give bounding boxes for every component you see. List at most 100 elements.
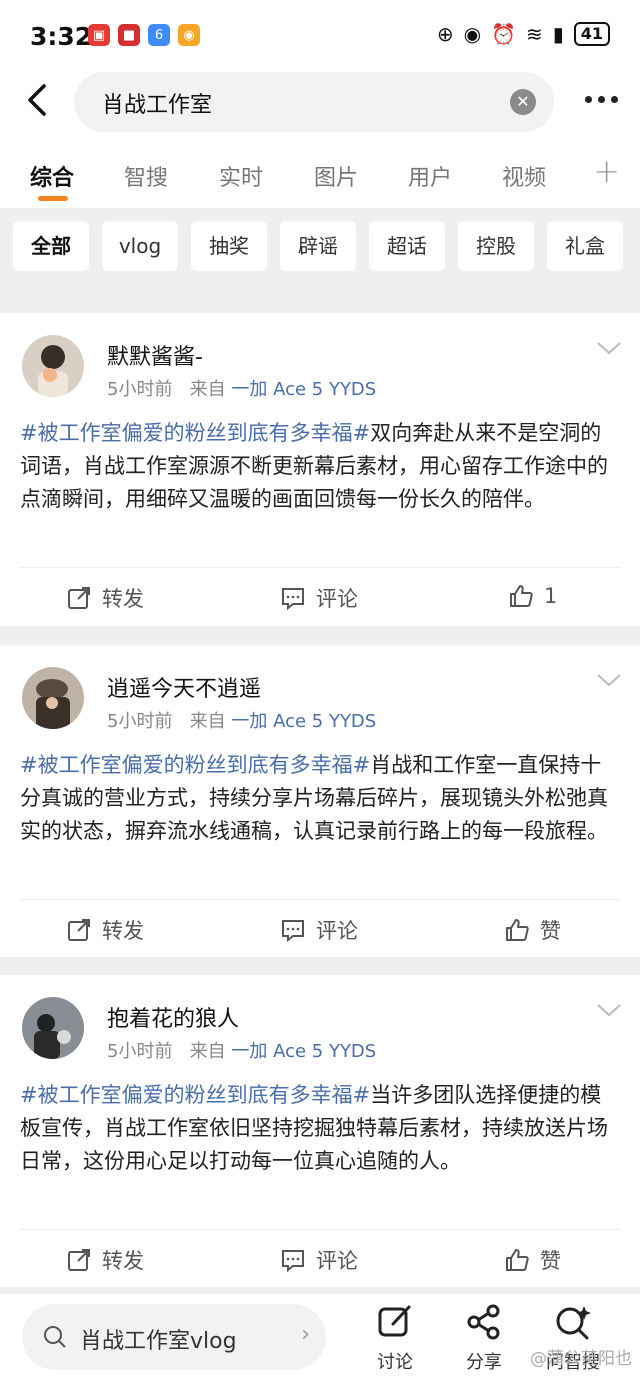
- system-icons: ⊕ ◉ ⏰ ≋ ▮ 41: [437, 22, 610, 46]
- avatar[interactable]: [22, 997, 84, 1059]
- post-topic[interactable]: #被工作室偏爱的粉丝到底有多幸福#: [20, 421, 370, 445]
- search-icon: [44, 1326, 66, 1348]
- chip-lottery[interactable]: 抽奖: [191, 221, 267, 271]
- chevron-down-icon[interactable]: [596, 671, 622, 689]
- wifi-icon: ≋: [525, 22, 543, 46]
- post-text: #被工作室偏爱的粉丝到底有多幸福#肖战和工作室一直保持十分真诚的营业方式，持续分…: [20, 749, 620, 848]
- like-button[interactable]: 赞: [504, 915, 561, 945]
- post-device[interactable]: 一加 Ace 5 YYDS: [231, 379, 376, 400]
- add-tab-icon[interactable]: +: [593, 152, 620, 190]
- chip-holding[interactable]: 控股: [458, 221, 534, 271]
- post-source-prefix: 来自: [189, 1041, 226, 1062]
- huawei-app-icon: ■: [118, 24, 140, 46]
- post-device[interactable]: 一加 Ace 5 YYDS: [231, 711, 376, 732]
- post-card[interactable]: 逍遥今天不逍遥 5小时前 来自 一加 Ace 5 YYDS #被工作室偏爱的粉丝…: [0, 645, 640, 957]
- like-count: 1: [544, 584, 558, 608]
- post-meta: 5小时前 来自 一加 Ace 5 YYDS: [107, 707, 376, 733]
- active-tab-indicator: [38, 196, 68, 201]
- edit-icon: [378, 1305, 411, 1337]
- comment-label: 评论: [316, 1249, 358, 1273]
- avatar[interactable]: [22, 335, 84, 397]
- search-header: 肖战工作室 ✕: [0, 72, 640, 132]
- tab-comprehensive[interactable]: 综合: [30, 160, 74, 192]
- repost-label: 转发: [102, 587, 144, 611]
- back-icon[interactable]: [22, 80, 52, 120]
- browser-app-icon: 6: [148, 24, 170, 46]
- discuss-button[interactable]: 讨论: [365, 1302, 425, 1374]
- tab-images[interactable]: 图片: [314, 160, 358, 192]
- post-username[interactable]: 默默酱酱-: [107, 339, 203, 371]
- notification-icons: ▣ ■ 6 ◉: [88, 24, 200, 46]
- more-icon[interactable]: [585, 96, 618, 103]
- clear-icon[interactable]: ✕: [510, 89, 536, 115]
- divider: [20, 1229, 620, 1230]
- post-topic[interactable]: #被工作室偏爱的粉丝到底有多幸福#: [20, 753, 370, 777]
- chevron-right-icon: ›: [301, 1322, 310, 1347]
- post-text: #被工作室偏爱的粉丝到底有多幸福#当许多团队选择便捷的模板宣传，肖战工作室依旧坚…: [20, 1079, 620, 1178]
- post-text: #被工作室偏爱的粉丝到底有多幸福#双向奔赴从来不是空洞的词语，肖战工作室源源不断…: [20, 417, 620, 516]
- repost-icon: [68, 1249, 90, 1271]
- chevron-down-icon[interactable]: [596, 1001, 622, 1019]
- chevron-down-icon[interactable]: [596, 339, 622, 357]
- repost-button[interactable]: 转发: [66, 1245, 144, 1275]
- signal-icon: ▮: [552, 22, 564, 46]
- post-device[interactable]: 一加 Ace 5 YYDS: [231, 1041, 376, 1062]
- like-label: 赞: [540, 919, 561, 943]
- divider: [20, 567, 620, 568]
- post-card[interactable]: 默默酱酱- 5小时前 来自 一加 Ace 5 YYDS #被工作室偏爱的粉丝到底…: [0, 313, 640, 626]
- comment-icon: [282, 920, 304, 943]
- status-bar: 3:32 ▣ ■ 6 ◉ ⊕ ◉ ⏰ ≋ ▮ 41: [0, 0, 640, 72]
- search-query: 肖战工作室: [102, 93, 213, 118]
- status-time: 3:32: [30, 22, 93, 51]
- weibo-app-icon: ◉: [178, 24, 200, 46]
- thumbs-up-icon: [506, 1249, 529, 1271]
- search-input[interactable]: 肖战工作室 ✕: [74, 72, 554, 132]
- watermark: @蒲公英阳也: [530, 1349, 632, 1369]
- comment-label: 评论: [316, 587, 358, 611]
- nfc-icon: ⊕: [436, 22, 454, 46]
- post-time: 5小时前: [107, 1041, 173, 1062]
- repost-button[interactable]: 转发: [66, 915, 144, 945]
- suggested-search-text: 肖战工作室vlog: [80, 1329, 237, 1354]
- discuss-label: 讨论: [377, 1352, 413, 1373]
- video-app-icon: ▣: [88, 24, 110, 46]
- eye-icon: ◉: [463, 22, 482, 46]
- post-card[interactable]: 抱着花的狼人 5小时前 来自 一加 Ace 5 YYDS #被工作室偏爱的粉丝到…: [0, 975, 640, 1287]
- tab-smart-search[interactable]: 智搜: [124, 160, 168, 192]
- repost-icon: [68, 587, 90, 609]
- chip-giftbox[interactable]: 礼盒: [547, 221, 623, 271]
- post-source-prefix: 来自: [189, 379, 226, 400]
- repost-button[interactable]: 转发: [66, 583, 144, 613]
- thumbs-up-icon: [510, 585, 533, 607]
- post-source-prefix: 来自: [189, 711, 226, 732]
- post-time: 5小时前: [107, 379, 173, 400]
- comment-button[interactable]: 评论: [280, 915, 358, 945]
- search-tabs: 综合 智搜 实时 图片 用户 视频 +: [0, 132, 640, 208]
- smart-search-icon: [556, 1306, 591, 1340]
- post-username[interactable]: 抱着花的狼人: [107, 1001, 239, 1033]
- alarm-icon: ⏰: [491, 22, 516, 46]
- post-time: 5小时前: [107, 711, 173, 732]
- chip-vlog[interactable]: vlog: [102, 221, 178, 271]
- tab-videos[interactable]: 视频: [502, 160, 546, 192]
- repost-label: 转发: [102, 919, 144, 943]
- like-button[interactable]: 赞: [504, 1245, 561, 1275]
- chip-all[interactable]: 全部: [13, 221, 89, 271]
- comment-icon: [282, 1250, 304, 1273]
- tab-realtime[interactable]: 实时: [219, 160, 263, 192]
- comment-button[interactable]: 评论: [280, 583, 358, 613]
- chip-supertopic[interactable]: 超话: [369, 221, 445, 271]
- comment-label: 评论: [316, 919, 358, 943]
- avatar[interactable]: [22, 667, 84, 729]
- share-button[interactable]: 分享: [454, 1302, 514, 1374]
- post-meta: 5小时前 来自 一加 Ace 5 YYDS: [107, 375, 376, 401]
- repost-icon: [68, 919, 90, 941]
- chip-rumor[interactable]: 辟谣: [280, 221, 356, 271]
- like-button[interactable]: 1: [508, 583, 557, 609]
- comment-button[interactable]: 评论: [280, 1245, 358, 1275]
- share-icon: [467, 1304, 500, 1340]
- post-topic[interactable]: #被工作室偏爱的粉丝到底有多幸福#: [20, 1083, 370, 1107]
- tab-users[interactable]: 用户: [408, 160, 452, 192]
- suggested-search-button[interactable]: 肖战工作室vlog ›: [22, 1304, 326, 1370]
- post-username[interactable]: 逍遥今天不逍遥: [107, 671, 261, 703]
